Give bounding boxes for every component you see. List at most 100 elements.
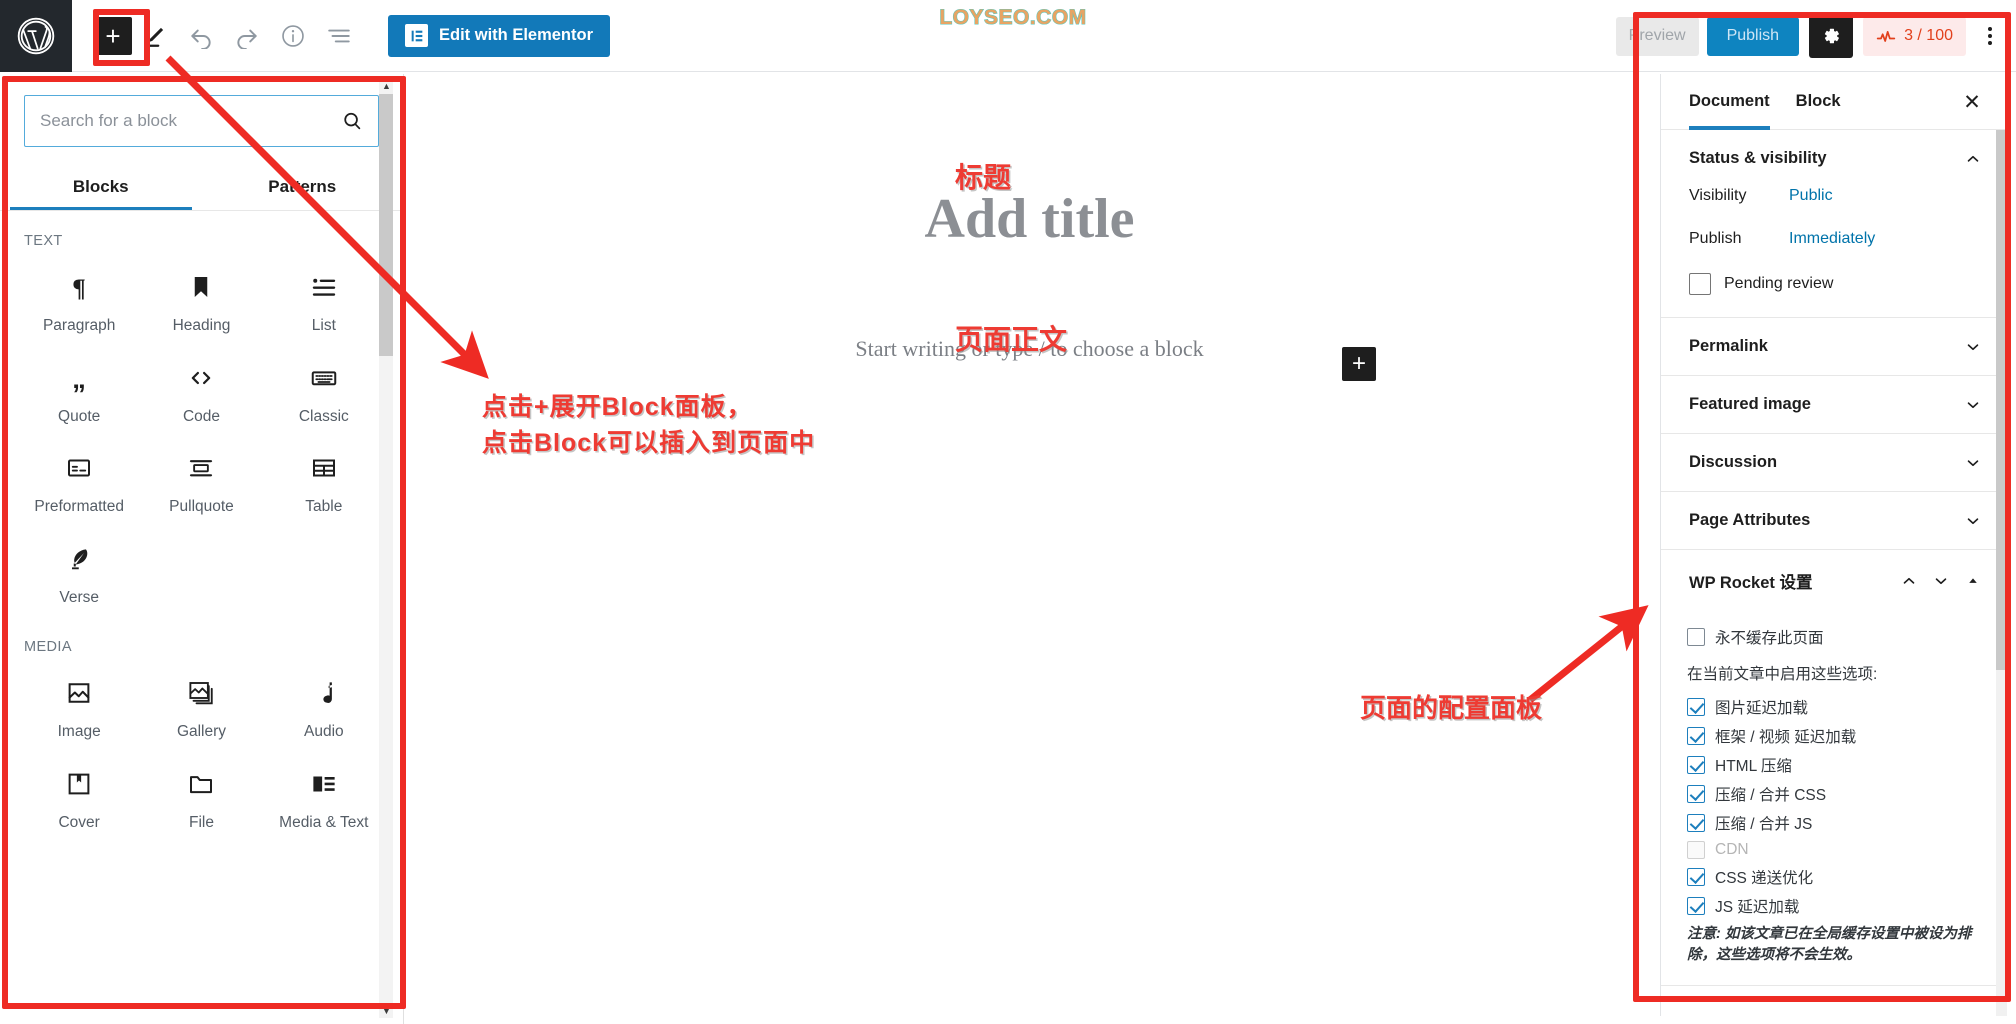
option-label: 框架 / 视频 延迟加载 xyxy=(1715,729,1857,746)
sidebar-scrollbar[interactable] xyxy=(1996,130,2007,1016)
block-item-media-text[interactable]: Media & Text xyxy=(263,752,385,843)
section-wp-rocket-header[interactable]: WP Rocket 设置 xyxy=(1661,550,2008,612)
section-status-visibility-header[interactable]: Status & visibility xyxy=(1661,130,2008,187)
rocket-option-row[interactable]: 图片延迟加载 xyxy=(1687,696,1982,718)
publish-label: Publish xyxy=(1689,230,1742,247)
option-checkbox[interactable] xyxy=(1687,785,1705,803)
section-page-attributes[interactable]: Page Attributes xyxy=(1661,492,2008,550)
sidebar-scrollbar-thumb[interactable] xyxy=(1996,130,2007,670)
block-item-file[interactable]: File xyxy=(140,752,262,843)
post-body-placeholder[interactable]: Start writing or type / to choose a bloc… xyxy=(405,336,1654,362)
block-item-heading[interactable]: Heading xyxy=(140,255,262,346)
pending-review-checkbox[interactable] xyxy=(1689,273,1711,295)
never-cache-checkbox[interactable] xyxy=(1687,628,1705,646)
section-page-attributes-header[interactable]: Page Attributes xyxy=(1661,492,2008,549)
section-permalink-header[interactable]: Permalink xyxy=(1661,318,2008,375)
block-item-code[interactable]: Code xyxy=(140,346,262,437)
canvas-block-inserter-button[interactable]: + xyxy=(1342,347,1376,381)
section-featured-image-header[interactable]: Featured image xyxy=(1661,376,2008,433)
option-checkbox[interactable] xyxy=(1687,727,1705,745)
file-folder-icon xyxy=(185,768,217,800)
rocket-option-row[interactable]: JS 延迟加载 xyxy=(1687,895,1982,917)
block-item-list[interactable]: List xyxy=(263,255,385,346)
publish-value-button[interactable]: Immediately xyxy=(1789,230,1875,248)
block-item-image[interactable]: Image xyxy=(18,661,140,752)
tab-blocks[interactable]: Blocks xyxy=(0,167,202,211)
sidebar-tabs: Document Block ✕ xyxy=(1661,74,2008,130)
option-checkbox[interactable] xyxy=(1687,814,1705,832)
chevron-down-icon[interactable] xyxy=(1932,572,1950,590)
option-checkbox xyxy=(1687,841,1705,859)
block-search-box[interactable] xyxy=(24,95,379,147)
settings-gear-icon[interactable] xyxy=(1809,14,1854,58)
preview-button[interactable]: Preview xyxy=(1615,16,1699,56)
tab-block[interactable]: Block xyxy=(1796,74,1841,130)
section-title: Page Attributes xyxy=(1689,511,1811,529)
search-input[interactable] xyxy=(40,111,341,131)
block-item-pullquote[interactable]: Pullquote xyxy=(140,436,262,527)
image-picture-icon xyxy=(63,677,95,709)
rocket-never-cache-row[interactable]: 永不缓存此页面 xyxy=(1687,626,1982,648)
editor-canvas: Add title Start writing or type / to cho… xyxy=(405,74,1654,1024)
section-featured-image[interactable]: Featured image xyxy=(1661,376,2008,434)
scroll-down-arrow-icon[interactable]: ▼ xyxy=(382,1007,391,1016)
tab-patterns[interactable]: Patterns xyxy=(202,167,404,211)
chevron-down-icon[interactable] xyxy=(1964,454,1982,472)
pending-review-row[interactable]: Pending review xyxy=(1689,273,1980,295)
block-item-quote[interactable]: „ Quote xyxy=(18,346,140,437)
kebab-menu-icon[interactable] xyxy=(1972,14,2008,58)
section-discussion[interactable]: Discussion xyxy=(1661,434,2008,492)
chevron-down-icon[interactable] xyxy=(1964,512,1982,530)
option-checkbox[interactable] xyxy=(1687,868,1705,886)
inserter-scrollbar-thumb[interactable] xyxy=(379,94,393,356)
rocket-option-row[interactable]: CSS 递送优化 xyxy=(1687,866,1982,888)
seo-score-value: 3 / 100 xyxy=(1904,27,1953,44)
publish-button[interactable]: Publish xyxy=(1706,16,1800,56)
caret-up-icon[interactable] xyxy=(1964,572,1982,590)
section-permalink[interactable]: Permalink xyxy=(1661,318,2008,376)
chevron-up-icon[interactable] xyxy=(1900,572,1918,590)
section-title: Featured image xyxy=(1689,395,1811,413)
option-checkbox[interactable] xyxy=(1687,897,1705,915)
media-text-icon xyxy=(308,768,340,800)
rocket-option-row[interactable]: 框架 / 视频 延迟加载 xyxy=(1687,725,1982,747)
inserter-scrollbar[interactable]: ▲ ▼ xyxy=(379,80,393,1018)
block-item-preformatted[interactable]: Preformatted xyxy=(18,436,140,527)
block-item-cover[interactable]: Cover xyxy=(18,752,140,843)
rocket-option-row[interactable]: 压缩 / 合并 JS xyxy=(1687,812,1982,834)
post-title-placeholder[interactable]: Add title xyxy=(405,187,1654,251)
info-icon[interactable] xyxy=(270,13,316,59)
block-label: Audio xyxy=(304,723,344,741)
option-checkbox[interactable] xyxy=(1687,698,1705,716)
edit-with-elementor-button[interactable]: Edit with Elementor xyxy=(388,14,611,57)
block-label: Verse xyxy=(59,588,99,606)
redo-icon[interactable] xyxy=(224,13,270,59)
seo-score-badge[interactable]: 3 / 100 xyxy=(1863,16,1966,56)
pen-edit-icon[interactable] xyxy=(132,13,178,59)
block-item-gallery[interactable]: Gallery xyxy=(140,661,262,752)
wordpress-logo-icon[interactable] xyxy=(0,0,72,72)
option-checkbox[interactable] xyxy=(1687,756,1705,774)
close-icon[interactable]: ✕ xyxy=(1960,90,1984,114)
block-item-verse[interactable]: Verse xyxy=(18,527,140,618)
visibility-value-button[interactable]: Public xyxy=(1789,187,1833,205)
list-view-icon[interactable] xyxy=(316,13,362,59)
block-item-paragraph[interactable]: ¶ Paragraph xyxy=(18,255,140,346)
section-discussion-header[interactable]: Discussion xyxy=(1661,434,2008,491)
undo-icon[interactable] xyxy=(178,13,224,59)
chevron-down-icon[interactable] xyxy=(1964,338,1982,356)
rocket-option-row[interactable]: 压缩 / 合并 CSS xyxy=(1687,783,1982,805)
scroll-up-arrow-icon[interactable]: ▲ xyxy=(382,82,391,91)
block-item-classic[interactable]: Classic xyxy=(263,346,385,437)
block-label: Media & Text xyxy=(279,813,369,831)
pending-review-label: Pending review xyxy=(1724,275,1834,292)
block-inserter-toggle-button[interactable]: + xyxy=(94,16,132,55)
chevron-up-icon[interactable] xyxy=(1964,150,1982,168)
tab-document[interactable]: Document xyxy=(1689,74,1770,130)
chevron-down-icon[interactable] xyxy=(1964,396,1982,414)
rocket-option-row[interactable]: HTML 压缩 xyxy=(1687,754,1982,776)
block-item-table[interactable]: Table xyxy=(263,436,385,527)
block-item-audio[interactable]: Audio xyxy=(263,661,385,752)
table-grid-icon xyxy=(308,452,340,484)
wp-rocket-note: 注意: 如该文章已在全局缓存设置中被设为排除，这些选项将不会生效。 xyxy=(1687,926,1972,963)
